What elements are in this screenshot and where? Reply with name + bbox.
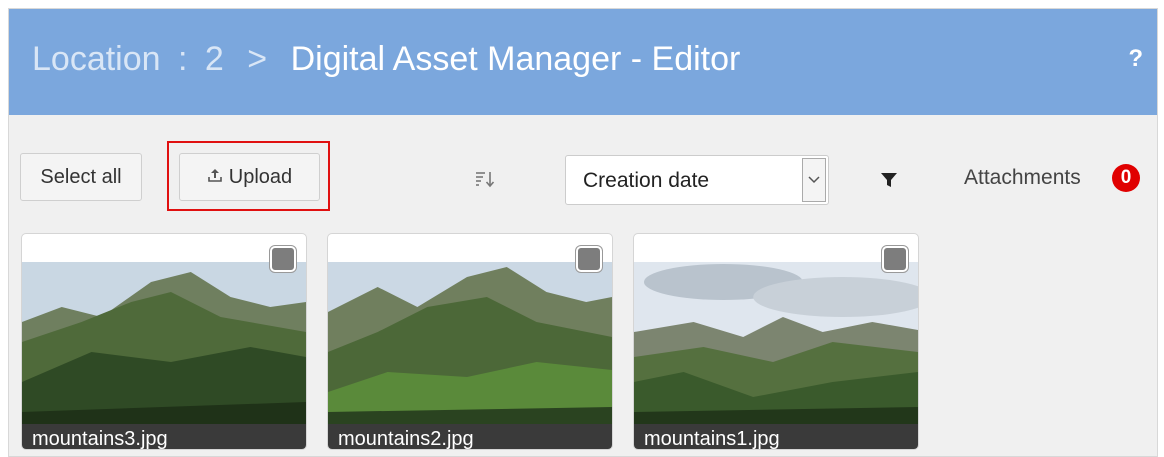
upload-highlight-box (167, 141, 330, 211)
chevron-down-icon[interactable] (802, 158, 826, 202)
attachments-count-badge: 0 (1112, 164, 1140, 192)
dam-editor-panel: Location : 2 > Digital Asset Manager - E… (8, 8, 1158, 457)
breadcrumb-chevron: > (247, 40, 268, 78)
asset-card[interactable]: mountains3.jpg (21, 233, 307, 450)
breadcrumb-location-id[interactable]: 2 (205, 40, 224, 78)
page-title: Digital Asset Manager - Editor (290, 40, 741, 78)
asset-filename: mountains2.jpg (328, 424, 612, 449)
asset-select-checkbox[interactable] (882, 246, 908, 272)
asset-thumbnail (634, 262, 918, 424)
header-bar: Location : 2 > Digital Asset Manager - E… (9, 9, 1157, 115)
asset-select-checkbox[interactable] (576, 246, 602, 272)
breadcrumb-colon: : (178, 40, 188, 78)
sort-select[interactable]: Creation date (565, 155, 829, 205)
asset-card[interactable]: mountains1.jpg (633, 233, 919, 450)
select-all-button[interactable]: Select all (20, 153, 142, 201)
sort-icon[interactable] (471, 165, 499, 193)
asset-filename: mountains3.jpg (22, 424, 306, 449)
asset-filename: mountains1.jpg (634, 424, 918, 449)
filter-icon[interactable] (877, 168, 901, 192)
asset-select-checkbox[interactable] (270, 246, 296, 272)
asset-card[interactable]: mountains2.jpg (327, 233, 613, 450)
help-button[interactable]: ? (1128, 45, 1143, 73)
attachments-label[interactable]: Attachments (964, 166, 1081, 190)
sort-select-value: Creation date (583, 169, 710, 192)
asset-thumbnail (328, 262, 612, 424)
breadcrumb: Location : 2 > Digital Asset Manager - E… (32, 37, 740, 81)
asset-thumbnail (22, 262, 306, 424)
breadcrumb-location[interactable]: Location (32, 40, 161, 78)
